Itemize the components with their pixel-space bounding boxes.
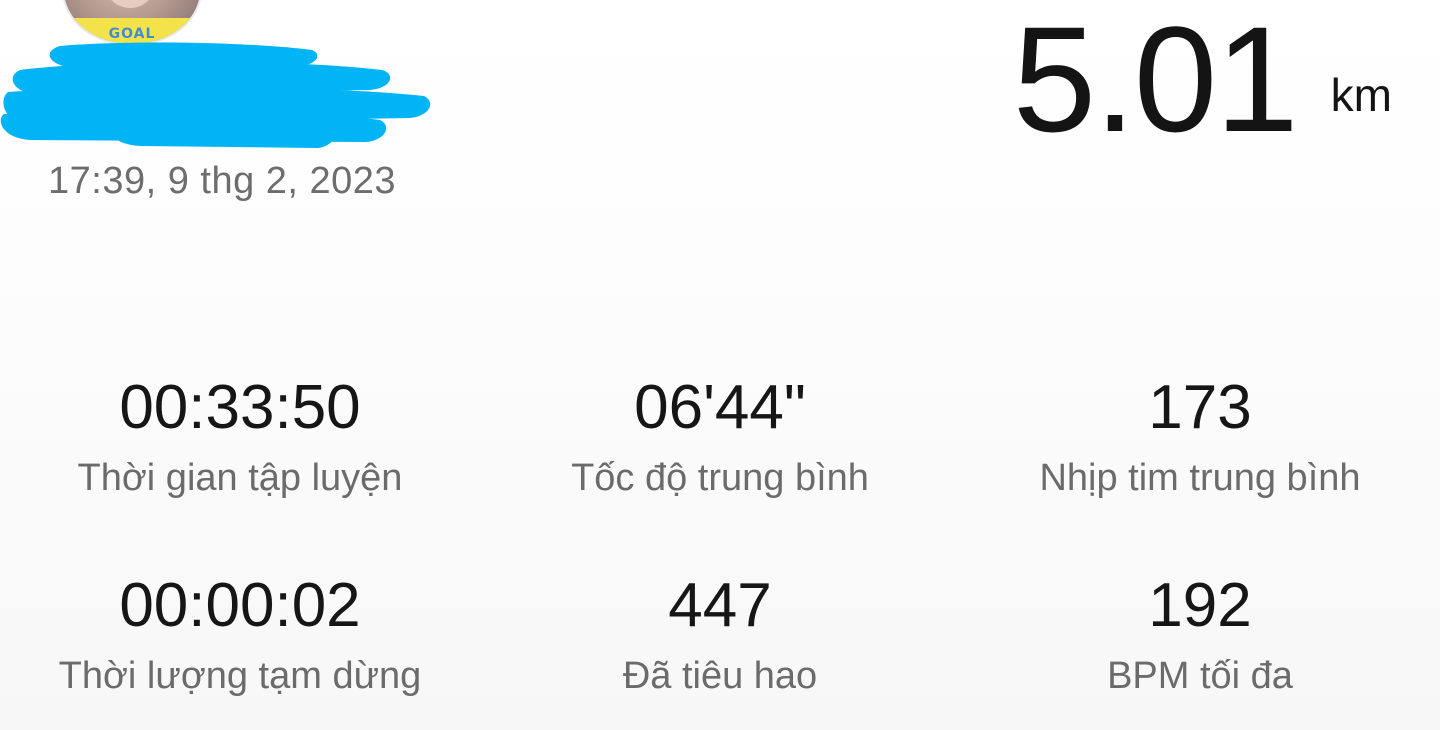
stat-label: Tốc độ trung bình xyxy=(571,457,869,499)
redacted-name-scribble xyxy=(0,42,431,148)
stat-average-pace: 06'44" Tốc độ trung bình xyxy=(480,370,960,568)
stat-value: 00:33:50 xyxy=(119,373,361,442)
stat-calories-burned: 447 Đã tiêu hao xyxy=(480,568,960,728)
avatar-face xyxy=(104,0,156,8)
stat-pause-duration: 00:00:02 Thời lượng tạm dừng xyxy=(0,568,480,728)
stat-value: 447 xyxy=(668,571,772,640)
stat-value: 192 xyxy=(1148,571,1252,640)
stat-average-heart-rate: 173 Nhịp tim trung bình xyxy=(960,370,1440,568)
stat-label: Thời lượng tạm dừng xyxy=(58,655,422,697)
stat-max-bpm: 192 BPM tối đa xyxy=(960,568,1440,728)
distance-value: 5.01 xyxy=(1012,0,1299,163)
activity-date: 17:39, 9 thg 2, 2023 xyxy=(48,160,397,202)
stat-label: Thời gian tập luyện xyxy=(77,457,403,499)
stats-grid: 00:33:50 Thời gian tập luyện 06'44" Tốc … xyxy=(0,370,1440,728)
stat-value: 173 xyxy=(1148,373,1252,442)
stat-label: Nhịp tim trung bình xyxy=(1039,457,1361,499)
stat-label: BPM tối đa xyxy=(1107,655,1293,697)
stat-workout-time: 00:33:50 Thời gian tập luyện xyxy=(0,370,480,568)
stat-value: 00:00:02 xyxy=(119,571,361,640)
stat-label: Đã tiêu hao xyxy=(622,655,818,697)
distance-unit: km xyxy=(1330,69,1392,121)
distance-display: 5.01 km xyxy=(1013,0,1392,160)
stat-value: 06'44" xyxy=(634,373,806,442)
